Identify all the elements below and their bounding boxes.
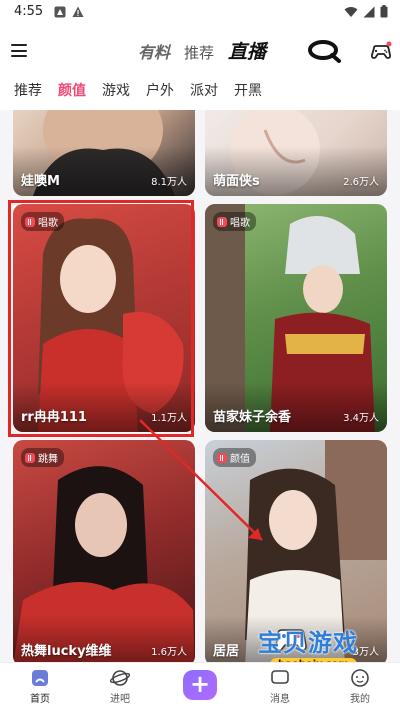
search-icon[interactable] [306,39,344,63]
nav-profile-label: 我的 [350,694,370,705]
category-tab-active[interactable]: 颜值 [58,74,86,110]
category-tag: 唱歌 [213,212,256,231]
status-right-icons [344,5,388,18]
viewer-count: 1.6万人 [151,647,187,658]
category-tab[interactable]: 派对 [190,74,218,110]
profile-icon [351,669,369,687]
bottom-nav: 首页 进吧 + 消息 我的 [0,662,400,712]
battery-icon [380,5,388,18]
live-card[interactable]: 萌面侠s 2.6万人 [205,110,387,196]
wifi-icon [344,6,358,17]
streamer-name: 娃噢M [21,174,60,189]
status-bar: 4:55 [0,0,400,26]
category-tab[interactable]: 开黑 [234,74,262,110]
nav-home[interactable]: 首页 [10,668,70,705]
nav-forum-label: 进吧 [110,694,130,705]
category-tab[interactable]: 户外 [146,74,174,110]
live-card[interactable]: 娃噢M 8.1万人 [13,110,195,196]
live-feed: 娃噢M 8.1万人 萌面侠s 2.6万人 唱歌 rr冉冉111 1.1万人 唱歌… [0,110,400,662]
viewer-count: 2.6万人 [343,177,379,188]
live-card[interactable]: 跳舞 热舞lucky维维 1.6万人 [13,440,195,662]
category-tab[interactable]: 游戏 [102,74,130,110]
live-icon [217,452,227,463]
streamer-name: 萌面侠s [213,174,260,189]
viewer-count: 8.1万人 [151,177,187,188]
nav-forum[interactable]: 进吧 [90,668,150,705]
warning-icon [72,6,84,17]
nav-messages-label: 消息 [270,694,290,705]
tab-youliao[interactable]: 有料 [138,39,170,63]
streamer-name: 热舞lucky维维 [21,644,112,659]
header: 有料 推荐 直播 [0,26,400,74]
tab-live[interactable]: 直播 [228,37,266,64]
top-tabs: 有料 推荐 直播 [138,37,266,64]
message-icon [271,670,289,684]
planet-icon [110,670,130,686]
live-icon [25,452,35,463]
app-notification-icon [54,6,66,18]
signal-icon [363,6,375,17]
live-icon [217,216,227,227]
category-tag: 跳舞 [21,448,64,467]
viewer-count: 3.4万人 [343,413,379,424]
create-button[interactable]: + [183,670,217,700]
menu-icon[interactable] [11,44,27,57]
nav-profile[interactable]: 我的 [330,668,390,705]
category-tab[interactable]: 推荐 [14,74,42,110]
highlight-box [8,200,194,437]
category-tag: 颜值 [213,448,256,467]
category-bar: 推荐 颜值 游戏 户外 派对 开黑 [0,74,400,110]
status-left-icons [54,6,84,18]
status-time: 4:55 [14,4,44,19]
gamepad-icon[interactable] [370,40,392,62]
nav-messages[interactable]: 消息 [250,668,310,705]
tab-recommend[interactable]: 推荐 [184,42,214,63]
home-icon [32,670,48,686]
nav-home-label: 首页 [30,694,50,705]
streamer-name: 苗家妹子余香 [213,410,292,425]
live-card[interactable]: 唱歌 苗家妹子余香 3.4万人 [205,204,387,432]
